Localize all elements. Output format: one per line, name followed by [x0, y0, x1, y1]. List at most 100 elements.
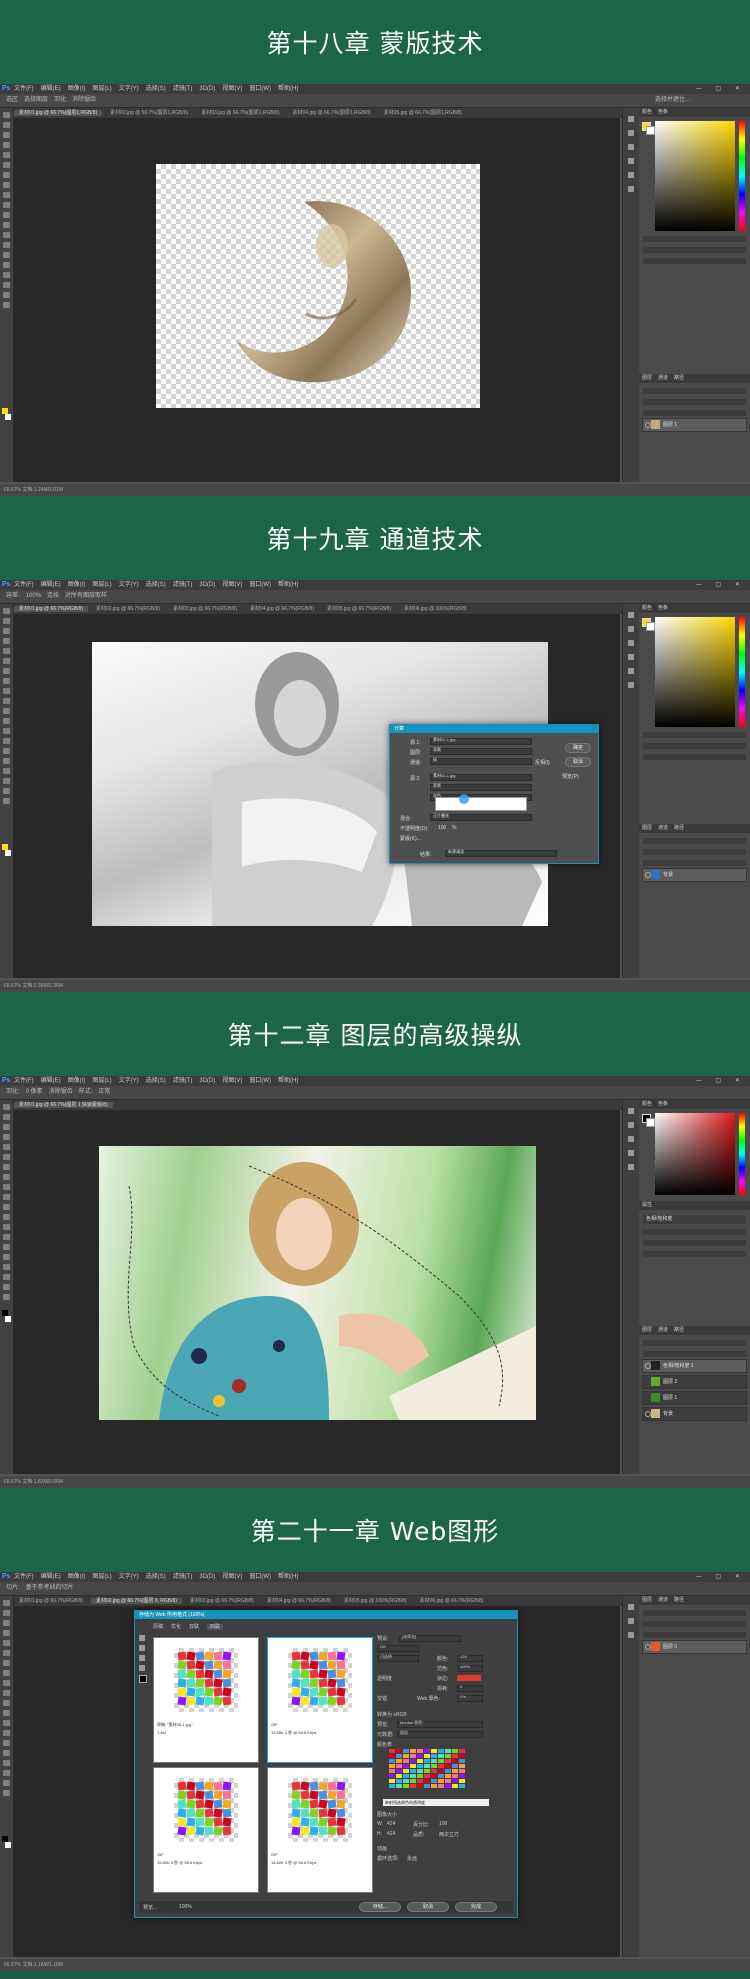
menu-filter[interactable]: 滤镜(T) [173, 582, 193, 588]
color-table-swatch[interactable] [403, 1749, 409, 1753]
color-table-swatch[interactable] [389, 1759, 395, 1763]
color-table-swatch[interactable] [410, 1754, 416, 1758]
move-tool-icon[interactable] [3, 608, 10, 614]
type-tool-icon[interactable] [3, 1750, 10, 1756]
stamp-tool-icon[interactable] [3, 1680, 10, 1686]
tab-layers[interactable]: 图层 [642, 1327, 652, 1333]
color-table-swatch[interactable] [445, 1774, 451, 1778]
document-tab[interactable]: 素材03.jpg @ 66.7%(RGB/8) [185, 1598, 259, 1604]
eyedropper-tool-icon[interactable] [3, 658, 10, 664]
pen-tool-icon[interactable] [3, 748, 10, 754]
menu-layer[interactable]: 图层(L) [92, 1078, 111, 1084]
color-table-swatch[interactable] [459, 1784, 465, 1788]
layer-filter-row[interactable] [643, 1610, 746, 1616]
slice-tool-icon[interactable] [3, 1640, 10, 1646]
marquee-tool-icon[interactable] [3, 1114, 10, 1120]
preview-pane[interactable]: GIF 15.82K 3 秒 @ 56.6 Kbps [153, 1767, 259, 1893]
zoom-select[interactable]: 100% [179, 1904, 192, 1910]
channel-select[interactable]: 绿 [430, 757, 532, 765]
reduction-select[interactable]: 可选择 [377, 1654, 419, 1662]
loop-select[interactable]: 永远 [407, 1855, 417, 1862]
brush-panel-icon[interactable] [628, 640, 634, 646]
document-tab[interactable]: 素材01.jpg @ 66.7%(RGB/8) [14, 606, 88, 612]
blend-mode-row[interactable] [643, 1351, 746, 1357]
type-tool-icon[interactable] [3, 1254, 10, 1260]
tab-swatches[interactable]: 色板 [658, 1101, 668, 1107]
color-table-swatch[interactable] [431, 1779, 437, 1783]
channel-dropdown-list[interactable] [435, 797, 527, 811]
format-select[interactable]: GIF [377, 1644, 419, 1652]
menu-image[interactable]: 图像(I) [68, 582, 86, 588]
layer2-select[interactable]: 背景 [430, 783, 532, 791]
move-tool-icon[interactable] [3, 1104, 10, 1110]
brush-tool-icon[interactable] [3, 1670, 10, 1676]
preview-select[interactable]: Monitor 颜色 [397, 1720, 483, 1728]
menu-edit[interactable]: 编辑(E) [41, 582, 61, 588]
blend-mode-row[interactable] [643, 399, 746, 405]
zoom-tool-icon[interactable] [3, 1294, 10, 1300]
window-controls[interactable]: — ▢ ✕ [696, 1076, 746, 1086]
menu-edit[interactable]: 编辑(E) [41, 86, 61, 92]
actions-panel-icon[interactable] [628, 186, 634, 192]
menu-3d[interactable]: 3D(D) [199, 1078, 215, 1084]
option-item[interactable]: 容差: [6, 593, 20, 599]
color-table-swatch[interactable] [459, 1754, 465, 1758]
menu-view[interactable]: 视图(V) [222, 582, 242, 588]
color-table-swatch[interactable] [438, 1779, 444, 1783]
lasso-tool-icon[interactable] [3, 1124, 10, 1130]
dither-input[interactable]: 100% [457, 1664, 483, 1672]
menu-3d[interactable]: 3D(D) [199, 86, 215, 92]
eyedropper-tool-icon[interactable] [3, 1650, 10, 1656]
history-brush-icon[interactable] [3, 202, 10, 208]
color-table-swatch[interactable] [445, 1779, 451, 1783]
color-table-swatch[interactable] [452, 1749, 458, 1753]
menu-file[interactable]: 文件(F) [14, 582, 34, 588]
stamp-tool-icon[interactable] [3, 1184, 10, 1190]
healing-tool-icon[interactable] [3, 1164, 10, 1170]
properties-slider-row[interactable] [643, 1229, 746, 1235]
move-tool-icon[interactable] [3, 112, 10, 118]
paragraph-panel-icon[interactable] [628, 172, 634, 178]
color-table-swatch[interactable] [452, 1754, 458, 1758]
zoom-tool-icon[interactable] [3, 798, 10, 804]
color-table-swatch[interactable] [417, 1749, 423, 1753]
shape-tool-icon[interactable] [3, 778, 10, 784]
document-tab[interactable]: 素材02.jpg @ 66.7%(RGB/8) [91, 606, 165, 612]
tab-swatches[interactable]: 色板 [658, 109, 668, 115]
document-tab[interactable]: 素材02.jpg @ 66.7%(图层 0, RGB/8) [91, 1598, 182, 1604]
brush-tool-icon[interactable] [3, 678, 10, 684]
document-tab[interactable]: 素材06.jpg @ 66.7%(RGB/8) [415, 1598, 489, 1604]
color-table-swatch[interactable] [445, 1749, 451, 1753]
document-tab[interactable]: 素材05.jpg @ 66.7%(图层1,RGB/8) [379, 110, 467, 116]
marquee-tool-icon[interactable] [3, 1610, 10, 1616]
blend-mode-row[interactable] [643, 849, 746, 855]
color-table-swatch[interactable] [389, 1749, 395, 1753]
preview-pane[interactable]: GIF 15.88K 3 秒 @ 56.6 Kbps [267, 1637, 373, 1763]
brush-panel-icon[interactable] [628, 1136, 634, 1142]
layer-row[interactable]: 背景 [642, 1407, 747, 1421]
lock-row[interactable] [643, 860, 746, 866]
properties-panel-icon[interactable] [628, 130, 634, 136]
color-table-swatch[interactable] [403, 1784, 409, 1788]
marquee-tool-icon[interactable] [3, 618, 10, 624]
blur-tool-icon[interactable] [3, 728, 10, 734]
eraser-tool-icon[interactable] [3, 708, 10, 714]
color-table-swatch[interactable] [424, 1774, 430, 1778]
tab-4up[interactable]: 四联 [207, 1624, 224, 1630]
layer-filter-row[interactable] [643, 388, 746, 394]
layer-row[interactable]: 图层 1 [642, 418, 747, 432]
type-tool-icon[interactable] [3, 262, 10, 268]
lock-row[interactable] [643, 410, 746, 416]
tab-color[interactable]: 颜色 [642, 1101, 652, 1107]
option-item[interactable]: 对所有图层取样 [65, 593, 107, 599]
preset-select[interactable]: [未命名] [399, 1634, 461, 1642]
path-select-icon[interactable] [3, 768, 10, 774]
brush-tool-icon[interactable] [3, 1174, 10, 1180]
stamp-tool-icon[interactable] [3, 192, 10, 198]
canvas-area[interactable] [14, 1110, 620, 1474]
color-picker[interactable] [655, 1113, 746, 1195]
color-table-swatch[interactable] [403, 1774, 409, 1778]
color-table-swatch[interactable] [438, 1784, 444, 1788]
result-select[interactable]: 新建通道 [445, 849, 557, 857]
done-button[interactable]: 完成 [455, 1902, 497, 1912]
